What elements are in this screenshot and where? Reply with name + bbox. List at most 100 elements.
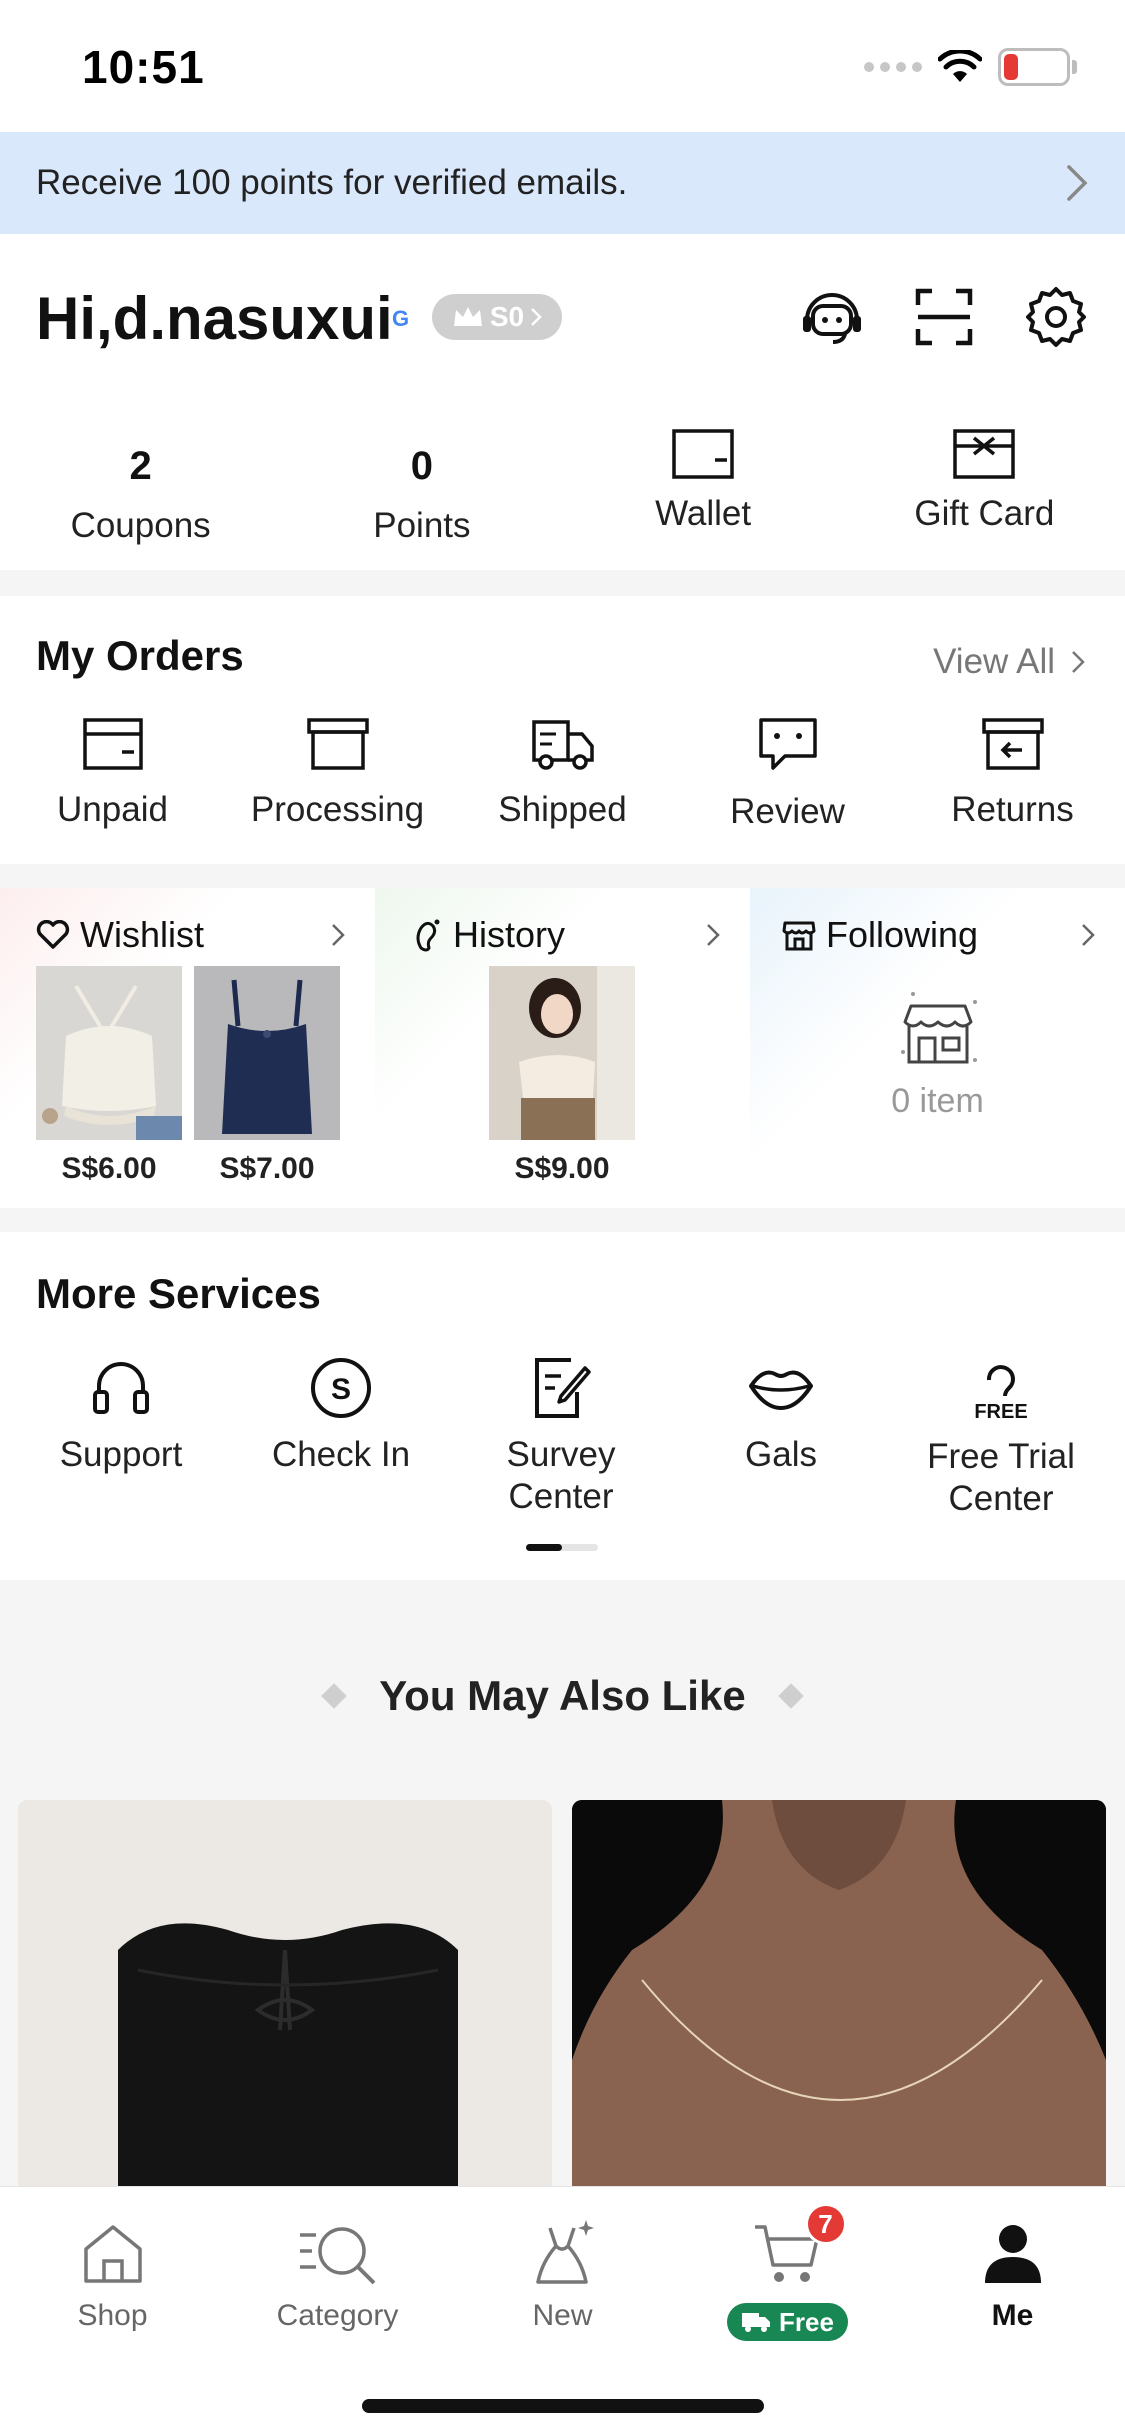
section-divider [0, 1208, 1125, 1232]
orders-shipped-label: Shipped [498, 790, 627, 829]
tab-new[interactable]: New [450, 2213, 675, 2341]
wallet-button[interactable]: Wallet [563, 384, 844, 570]
service-gals-button[interactable]: Gals [671, 1356, 891, 1520]
svg-text:S: S [331, 1373, 351, 1406]
service-check-in-label: Check In [271, 1435, 411, 1474]
tab-category[interactable]: Category [225, 2213, 450, 2341]
chevron-right-icon [1082, 924, 1095, 946]
wishlist-item[interactable]: S$7.00 [194, 966, 340, 1186]
history-price: S$9.00 [514, 1152, 610, 1185]
service-free-trial-center-button[interactable]: FREE Free Trial Center [891, 1356, 1111, 1520]
service-support-button[interactable]: Support [11, 1356, 231, 1520]
orders-unpaid-label: Unpaid [57, 790, 168, 829]
customer-service-button[interactable] [799, 284, 865, 350]
services-scroll-indicator [526, 1544, 598, 1551]
email-verify-banner[interactable]: Receive 100 points for verified emails. [0, 132, 1125, 234]
more-services-title: More Services [36, 1270, 321, 1317]
settings-button[interactable] [1023, 284, 1089, 350]
product-image-crochet-top [36, 966, 182, 1140]
status-time: 10:51 [82, 41, 205, 93]
shipped-icon [531, 720, 594, 770]
greeting: Hi,d.nasuxui [36, 285, 393, 352]
free-shipping-label: Free [779, 2306, 834, 2337]
free-trial-icon: FREE [974, 1365, 1028, 1422]
chevron-right-icon [1067, 165, 1088, 201]
heart-icon [36, 920, 70, 949]
battery-level: 13 [1018, 51, 1050, 82]
recommendations-section: You May Also Like [0, 1580, 1125, 2210]
new-icon [535, 2220, 594, 2284]
orders-review-button[interactable]: Review [675, 716, 900, 832]
member-level-badge[interactable]: S0 [432, 294, 562, 340]
tab-me-label: Me [991, 2299, 1034, 2332]
product-image-model-top [489, 966, 635, 1140]
chevron-right-icon [707, 924, 720, 946]
wifi-icon [938, 50, 982, 82]
assets-row: 2 Coupons 0 Points Wallet Gift Card [0, 384, 1125, 570]
diamond-decoration [321, 1683, 348, 1709]
gift-card-button[interactable]: Gift Card [844, 384, 1125, 570]
headset-icon [93, 1362, 149, 1414]
svg-text:FREE: FREE [974, 1401, 1027, 1422]
wishlist-item[interactable]: S$6.00 [36, 966, 182, 1186]
footprint-icon [416, 919, 440, 952]
points-button[interactable]: 0 Points [281, 384, 562, 570]
section-divider [0, 570, 1125, 596]
points-count: 0 [410, 444, 433, 488]
lips-icon [749, 1370, 813, 1410]
product-card[interactable] [572, 1800, 1106, 2210]
chevron-right-icon [531, 308, 542, 326]
service-survey-center-button[interactable]: Survey Center [451, 1356, 671, 1520]
home-indicator [362, 2399, 764, 2413]
product-image-black-top [18, 1800, 552, 2210]
history-panel[interactable]: History S$9.00 [375, 888, 750, 1208]
tab-shop[interactable]: Shop [0, 2213, 225, 2341]
product-image-necklace [572, 1800, 1106, 2210]
scan-icon [915, 288, 973, 346]
orders-processing-label: Processing [250, 790, 425, 829]
wallet-label: Wallet [655, 494, 752, 533]
tab-cart[interactable]: 7 Free [675, 2203, 900, 2341]
following-panel[interactable]: Following 0 item [750, 888, 1125, 1208]
view-all-orders-link[interactable]: View All [933, 642, 1085, 682]
free-shipping-pill: Free [727, 2303, 848, 2341]
scan-button[interactable] [911, 284, 977, 350]
empty-store-icon [900, 992, 977, 1064]
service-gals-label: Gals [745, 1435, 817, 1474]
review-icon [758, 718, 817, 770]
quick-panels: Wishlist S$6.00 S$7.00 History S$9.00 Fo… [0, 888, 1125, 1208]
profile-icon [984, 2225, 1041, 2283]
product-card[interactable] [18, 1800, 552, 2210]
processing-icon [306, 718, 369, 770]
orders-returns-label: Returns [951, 790, 1074, 829]
chevron-right-icon [332, 924, 345, 946]
section-divider [0, 864, 1125, 888]
wishlist-panel[interactable]: Wishlist S$6.00 S$7.00 [0, 888, 375, 1208]
following-empty-text: 0 item [891, 1082, 984, 1120]
truck-icon [742, 2313, 771, 2332]
headset-robot-icon [803, 293, 861, 344]
unpaid-icon [82, 718, 143, 770]
orders-processing-button[interactable]: Processing [225, 716, 450, 832]
survey-icon [535, 1358, 591, 1418]
history-item[interactable]: S$9.00 [489, 966, 635, 1186]
category-icon [299, 2227, 375, 2285]
service-check-in-button[interactable]: S Check In [231, 1356, 451, 1520]
orders-unpaid-button[interactable]: Unpaid [0, 716, 225, 832]
recommendations-title: You May Also Like [379, 1672, 746, 1719]
view-all-label: View All [933, 642, 1055, 681]
service-free-trial-center-label: Free Trial Center [927, 1437, 1075, 1518]
wallet-icon [672, 429, 734, 479]
google-login-icon: G [392, 306, 410, 331]
following-title: Following [826, 914, 979, 955]
bottom-tab-bar: Shop Category New 7 Free Me [0, 2186, 1125, 2436]
coupons-button[interactable]: 2 Coupons [0, 384, 281, 570]
orders-shipped-button[interactable]: Shipped [450, 716, 675, 832]
tab-me[interactable]: Me [900, 2213, 1125, 2341]
gift-card-icon [953, 429, 1016, 479]
banner-text: Receive 100 points for verified emails. [36, 163, 628, 202]
diamond-decoration [777, 1683, 804, 1709]
orders-returns-button[interactable]: Returns [900, 716, 1125, 832]
tab-new-label: New [532, 2299, 593, 2332]
gear-icon [1026, 287, 1086, 347]
